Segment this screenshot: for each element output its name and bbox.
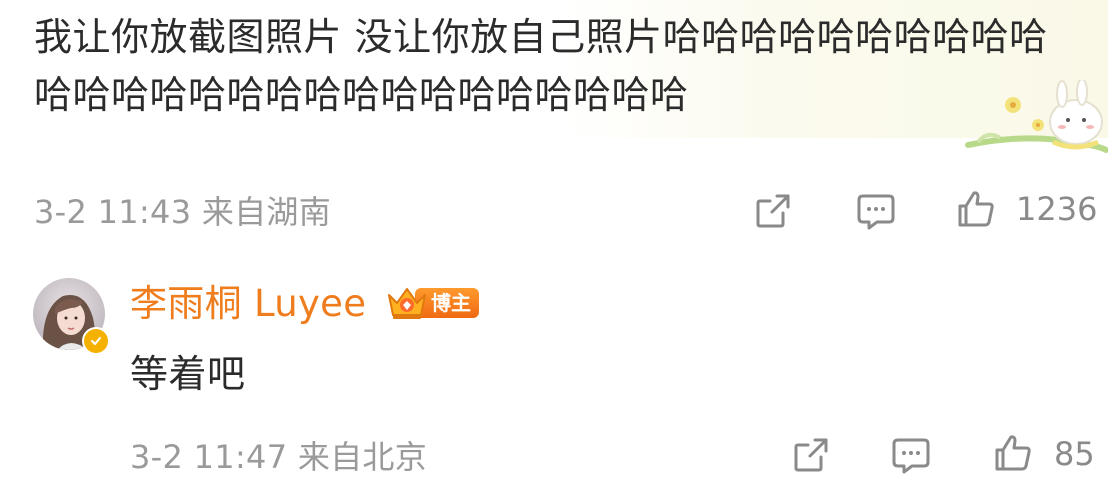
comment-meta: 3-2 11:43 来自湖南 [34, 190, 332, 231]
reply-author-name[interactable]: 李雨桐 Luyee [130, 281, 366, 327]
crown-icon [388, 288, 426, 319]
comment-time-location: 3-2 11:43 来自湖南 [34, 193, 332, 231]
reply-time-location: 3-2 11:47 来自北京 [130, 438, 428, 476]
share-icon [794, 438, 828, 472]
share-button[interactable] [752, 190, 794, 232]
reply-meta: 3-2 11:47 来自北京 [130, 435, 428, 476]
verified-icon [91, 337, 101, 345]
comment-icon [857, 194, 895, 230]
like-count[interactable]: 1236 [1016, 190, 1097, 228]
comment-reply-button[interactable] [855, 190, 897, 232]
reply-text: 等着吧 [130, 352, 246, 396]
blogger-badge: 博主 [385, 283, 479, 323]
comment-text: 我让你放截图照片 没让你放自己照片哈哈哈哈哈哈哈哈哈哈哈哈哈哈哈哈哈哈哈哈哈哈哈… [34, 15, 1048, 117]
reply-like-button[interactable] [992, 432, 1034, 474]
reply-comment-button[interactable] [890, 434, 932, 476]
share-icon [756, 194, 790, 228]
bunny-sticker-icon [965, 80, 1108, 153]
like-button[interactable] [955, 188, 997, 230]
thumbs-up-icon [958, 191, 994, 227]
reply-like-count[interactable]: 85 [1054, 435, 1095, 473]
thumbs-up-icon [995, 435, 1031, 471]
comment-item: 我让你放截图照片 没让你放自己照片哈哈哈哈哈哈哈哈哈哈哈哈哈哈哈哈哈哈哈哈哈哈哈… [0, 0, 1108, 252]
comment-icon [892, 438, 930, 474]
reply-share-button[interactable] [790, 434, 832, 476]
verified-badge [82, 327, 110, 355]
